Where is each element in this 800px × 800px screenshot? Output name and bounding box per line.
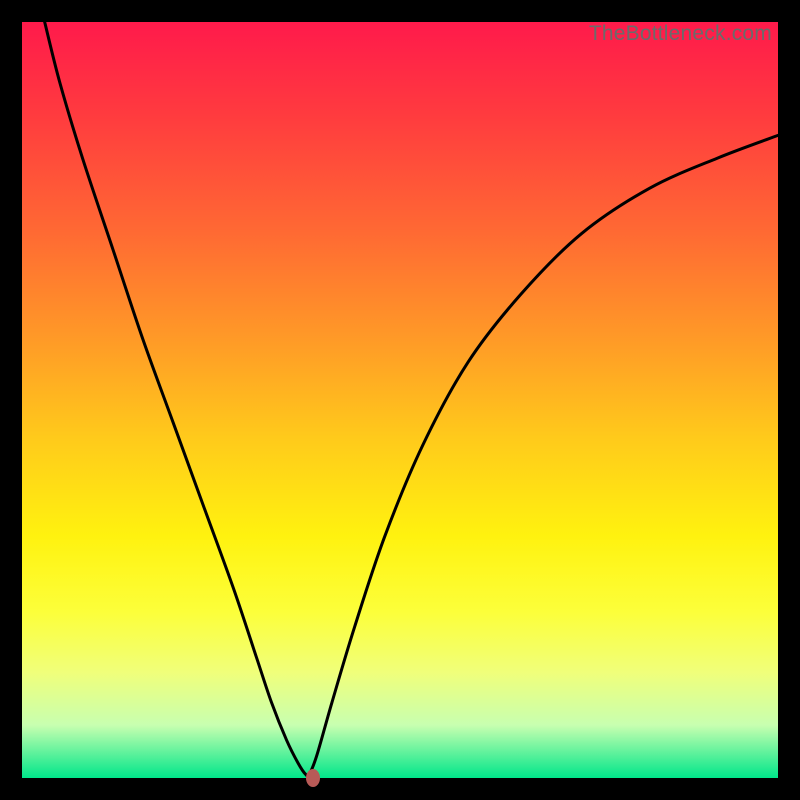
- minimum-marker: [306, 769, 320, 787]
- bottleneck-curve: [45, 22, 778, 776]
- chart-frame: TheBottleneck.com: [0, 0, 800, 800]
- curve-layer: [22, 22, 778, 778]
- plot-area: TheBottleneck.com: [22, 22, 778, 778]
